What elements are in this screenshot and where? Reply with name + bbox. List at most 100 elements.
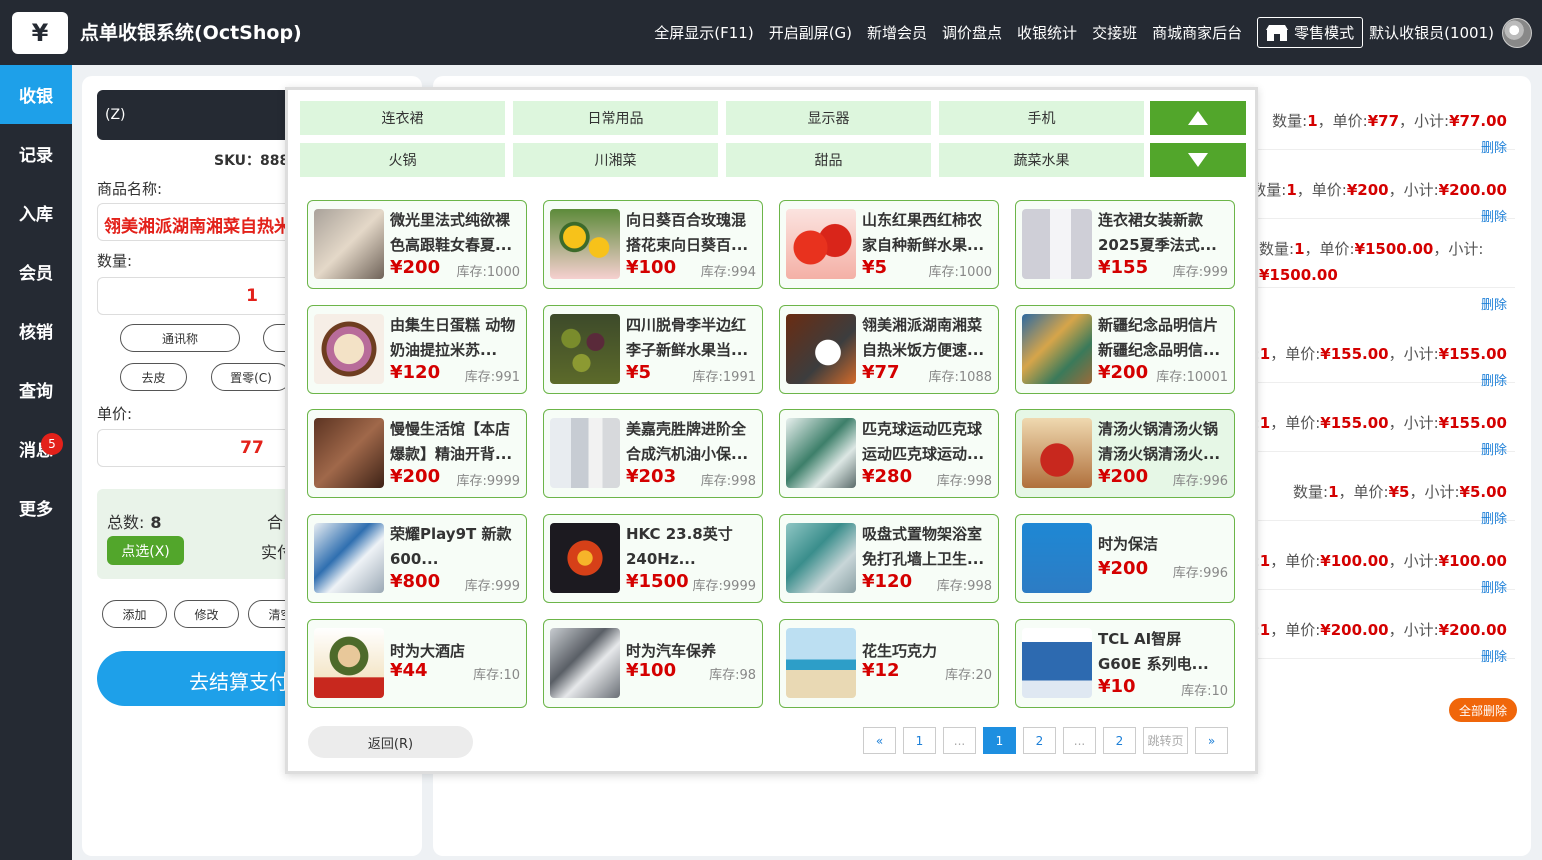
nav-merchant-admin[interactable]: 商城商家后台 (1152, 22, 1242, 43)
order-subtotal-value: ¥155.00 (1438, 345, 1507, 363)
product-price: ¥12 (862, 660, 900, 681)
delete-item-button[interactable]: 删除 (1481, 206, 1507, 225)
category-sichuan-hunan[interactable]: 川湘菜 (513, 143, 718, 177)
nav-second-screen[interactable]: 开启副屏(G) (769, 22, 852, 43)
order-subtotal-label: ，小计: (1388, 621, 1439, 639)
delete-item-button[interactable]: 删除 (1481, 646, 1507, 665)
product-card-self-heating-rice[interactable]: 翎美湘派湖南湘菜自热米饭方便速... ¥77 库存:1088 (779, 305, 999, 394)
product-name: 山东红果西红柿农家自种新鲜水果... (862, 211, 985, 254)
delete-item-button[interactable]: 删除 (1481, 508, 1507, 527)
page-prev-button[interactable]: « (863, 727, 896, 754)
sidebar-item-query[interactable]: 查询 (0, 360, 72, 419)
nav-fullscreen[interactable]: 全屏显示(F11) (654, 22, 753, 43)
delete-item-button[interactable]: 删除 (1481, 370, 1507, 389)
product-price: ¥120 (862, 571, 913, 592)
order-price-value: ¥155.00 (1320, 345, 1389, 363)
product-price: ¥100 (626, 660, 677, 681)
product-card-pickleball[interactable]: 匹克球运动匹克球运动匹克球运动... ¥280 库存:998 (779, 409, 999, 498)
sidebar-item-verify[interactable]: 核销 (0, 301, 72, 360)
category-scroll-down-button[interactable] (1150, 143, 1246, 177)
product-image (314, 418, 384, 488)
select-button[interactable]: 点选(X) (107, 536, 184, 565)
delete-item-button[interactable]: 删除 (1481, 439, 1507, 458)
product-price: ¥44 (390, 660, 428, 681)
product-card-tomato[interactable]: 山东红果西红柿农家自种新鲜水果... ¥5 库存:1000 (779, 200, 999, 289)
sidebar-item-records[interactable]: 记录 (0, 124, 72, 183)
page-2-button[interactable]: 2 (1023, 727, 1056, 754)
product-price: ¥200 (1098, 362, 1149, 383)
category-scroll-up-button[interactable] (1150, 101, 1246, 135)
sidebar-item-stock-in[interactable]: 入库 (0, 183, 72, 242)
delete-item-button[interactable]: 删除 (1481, 294, 1507, 313)
page-1-button[interactable]: 1 (903, 727, 936, 754)
sidebar-item-label: 会员 (19, 264, 53, 284)
product-card-shower-rack[interactable]: 吸盘式置物架浴室免打孔墙上卫生... ¥120 库存:998 (779, 514, 999, 603)
avatar[interactable] (1502, 17, 1532, 48)
page-ellipsis[interactable]: ... (943, 727, 976, 754)
zero-button[interactable]: 置零(C) (211, 363, 291, 391)
order-subtotal-label: ，小计: (1388, 181, 1439, 199)
sidebar-item-more[interactable]: 更多 (0, 478, 72, 537)
page-last-button[interactable]: 2 (1103, 727, 1136, 754)
product-stock: 库存:1991 (692, 370, 756, 385)
order-qty-value: 1 (1259, 414, 1271, 432)
product-card-monitor[interactable]: HKC 23.8英寸240Hz... ¥1500 库存:9999 (543, 514, 763, 603)
category-monitor[interactable]: 显示器 (726, 101, 931, 135)
sidebar-item-messages[interactable]: 消息 5 (0, 419, 72, 478)
category-vegetables-fruit[interactable]: 蔬菜水果 (939, 143, 1144, 177)
product-price: ¥203 (626, 466, 677, 487)
order-subtotal-label: ，小计: (1399, 112, 1450, 130)
product-image (1022, 209, 1092, 279)
nav-price-inventory[interactable]: 调价盘点 (942, 22, 1002, 43)
category-dress[interactable]: 连衣裙 (300, 101, 505, 135)
product-card-massage-oil[interactable]: 慢慢生活馆【本店爆款】精油开背... ¥200 库存:9999 (307, 409, 527, 498)
nav-cash-stats[interactable]: 收银统计 (1017, 22, 1077, 43)
product-card-bouquet[interactable]: 向日葵百合玫瑰混搭花束向日葵百... ¥100 库存:994 (543, 200, 763, 289)
tare-button[interactable]: 去皮 (120, 363, 187, 391)
product-name: TCL AI智屏 G60E 系列电... (1098, 630, 1209, 673)
product-card-phone[interactable]: 荣耀Play9T 新款600... ¥800 库存:999 (307, 514, 527, 603)
product-card-chocolate[interactable]: 花生巧克力 ¥12 库存:20 (779, 619, 999, 708)
delete-item-button[interactable]: 删除 (1481, 577, 1507, 596)
product-card-motor-oil[interactable]: 美嘉壳胜牌进阶全合成汽机油小保... ¥203 库存:998 (543, 409, 763, 498)
product-card-car-service[interactable]: 时为汽车保养 ¥100 库存:98 (543, 619, 763, 708)
nav-shift-handover[interactable]: 交接班 (1092, 22, 1137, 43)
page-next-button[interactable]: » (1195, 727, 1228, 754)
product-image (314, 628, 384, 698)
category-hotpot[interactable]: 火锅 (300, 143, 505, 177)
product-card-plum[interactable]: 四川脱骨李半边红李子新鲜水果当... ¥5 库存:1991 (543, 305, 763, 394)
category-phone[interactable]: 手机 (939, 101, 1144, 135)
delete-item-button[interactable]: 删除 (1481, 137, 1507, 156)
sidebar-item-cashier[interactable]: 收银 (0, 65, 72, 124)
nav-add-member[interactable]: 新增会员 (867, 22, 927, 43)
category-daily-goods[interactable]: 日常用品 (513, 101, 718, 135)
back-button[interactable]: 返回(R) (308, 726, 473, 758)
product-card-cleaning[interactable]: 时为保洁 ¥200 库存:996 (1015, 514, 1235, 603)
edit-button[interactable]: 修改 (174, 600, 239, 628)
product-card-tv[interactable]: TCL AI智屏 G60E 系列电... ¥10 库存:10 (1015, 619, 1235, 708)
category-dessert[interactable]: 甜品 (726, 143, 931, 177)
product-picker-dialog: 连衣裙 日常用品 显示器 手机 火锅 川湘菜 甜品 蔬菜水果 微光里法式纯欲裸色… (285, 87, 1258, 774)
add-button[interactable]: 添加 (102, 600, 167, 628)
order-qty-value: 1 (1259, 345, 1271, 363)
cashier-name[interactable]: 默认收银员(1001) (1369, 22, 1494, 43)
page-current-button[interactable]: 1 (983, 727, 1016, 754)
logo-glyph: ¥ (31, 19, 49, 47)
product-stock: 库存:1000 (928, 265, 992, 280)
sidebar-item-member[interactable]: 会员 (0, 242, 72, 301)
retail-mode-button[interactable]: 零售模式 (1257, 17, 1364, 48)
product-card-hotpot[interactable]: 清汤火锅清汤火锅清汤火锅清汤火... ¥200 库存:996 (1015, 409, 1235, 498)
page-jump-button[interactable]: 跳转页 (1143, 727, 1188, 754)
product-card-hotel[interactable]: 时为大酒店 ¥44 库存:10 (307, 619, 527, 708)
product-card-shoes[interactable]: 微光里法式纯欲裸色高跟鞋女春夏... ¥200 库存:1000 (307, 200, 527, 289)
sidebar-item-label: 查询 (19, 382, 53, 402)
delete-all-button[interactable]: 全部删除 (1449, 698, 1517, 722)
alias-button[interactable]: 通讯称 (120, 324, 240, 352)
product-card-dress[interactable]: 连衣裙女装新款2025夏季法式... ¥155 库存:999 (1015, 200, 1235, 289)
product-stock: 库存:20 (945, 668, 992, 683)
product-card-cake[interactable]: 由集生日蛋糕 动物奶油提拉米苏... ¥120 库存:991 (307, 305, 527, 394)
order-price-label: ，单价: (1270, 621, 1321, 639)
product-card-postcard[interactable]: 新疆纪念品明信片新疆纪念品明信... ¥200 库存:10001 (1015, 305, 1235, 394)
order-qty-value: 1 (1259, 552, 1271, 570)
page-ellipsis[interactable]: ... (1063, 727, 1096, 754)
